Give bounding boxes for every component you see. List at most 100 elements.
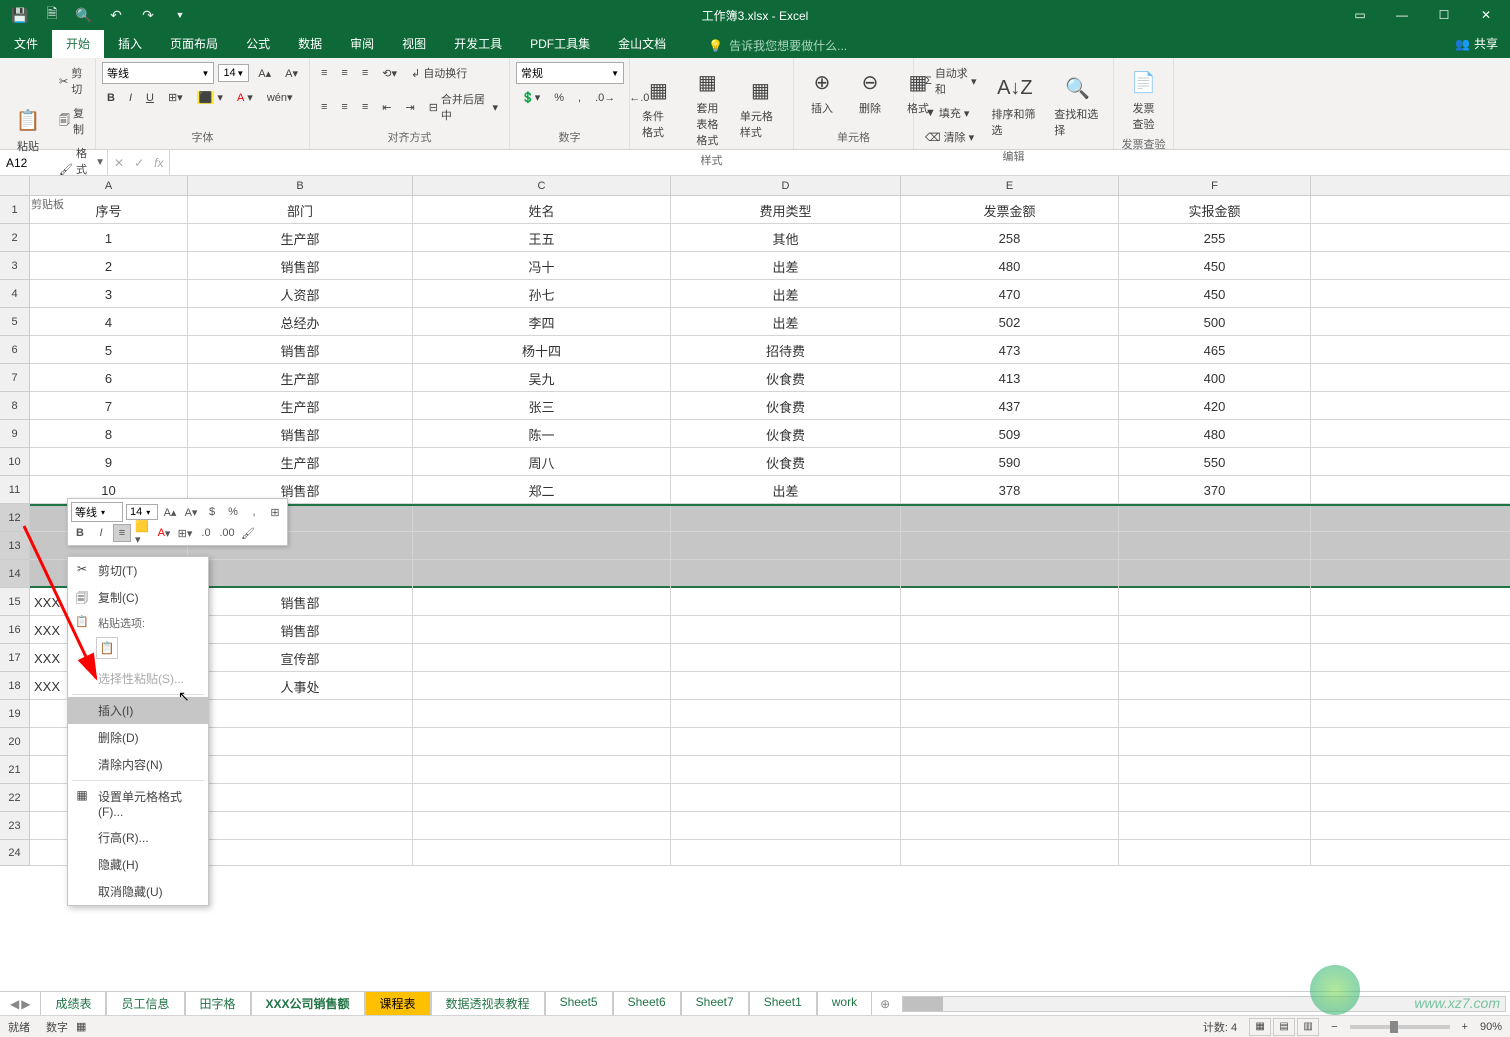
cell[interactable]: 销售部 xyxy=(188,616,413,644)
cell[interactable] xyxy=(413,506,671,534)
table-row[interactable]: XXX人事处 xyxy=(30,672,1510,700)
row-header[interactable]: 7 xyxy=(0,364,29,392)
cond-format-button[interactable]: ▦条件格式 xyxy=(636,70,681,144)
ctx-hide[interactable]: 隐藏(H) xyxy=(68,851,208,878)
cell[interactable] xyxy=(671,756,901,784)
table-row[interactable] xyxy=(30,728,1510,756)
wrap-text-button[interactable]: ↲自动换行 xyxy=(406,62,472,84)
cell[interactable]: 550 xyxy=(1119,448,1311,476)
view-layout-button[interactable]: ▤ xyxy=(1273,1018,1295,1036)
cell[interactable] xyxy=(413,560,671,588)
save-icon[interactable]: 💾 xyxy=(8,3,32,27)
mini-bold-button[interactable]: B xyxy=(71,524,89,542)
decrease-font-button[interactable]: A▾ xyxy=(280,64,303,83)
row-header[interactable]: 8 xyxy=(0,392,29,420)
cell[interactable] xyxy=(413,672,671,700)
row-header[interactable]: 5 xyxy=(0,308,29,336)
row-header[interactable]: 23 xyxy=(0,812,29,840)
cell[interactable] xyxy=(188,560,413,588)
cell[interactable]: 生产部 xyxy=(188,364,413,392)
cell[interactable]: 8 xyxy=(30,420,188,448)
find-select-button[interactable]: 🔍查找和选择 xyxy=(1048,68,1107,142)
cell[interactable] xyxy=(1119,840,1311,866)
table-row[interactable]: XXX宣传部 xyxy=(30,644,1510,672)
cell[interactable] xyxy=(413,812,671,840)
align-right-button[interactable]: ≡ xyxy=(357,98,373,116)
cancel-formula-icon[interactable]: ✕ xyxy=(114,156,124,170)
col-header-D[interactable]: D xyxy=(671,176,901,195)
cell[interactable]: 255 xyxy=(1119,224,1311,252)
clear-button[interactable]: ⌫清除▾ xyxy=(920,126,982,148)
table-row[interactable]: 4总经办李四出差502500 xyxy=(30,308,1510,336)
align-bottom-button[interactable]: ≡ xyxy=(357,64,373,82)
mini-percent-button[interactable]: % xyxy=(224,503,242,521)
ribbon-display-icon[interactable]: ▭ xyxy=(1340,1,1380,29)
cell[interactable]: 序号 xyxy=(30,196,188,224)
cell[interactable]: 销售部 xyxy=(188,252,413,280)
cell[interactable]: 生产部 xyxy=(188,448,413,476)
cell[interactable]: 450 xyxy=(1119,252,1311,280)
zoom-level[interactable]: 90% xyxy=(1480,1021,1502,1033)
col-header-C[interactable]: C xyxy=(413,176,671,195)
cell[interactable]: 9 xyxy=(30,448,188,476)
increase-font-button[interactable]: A▴ xyxy=(253,64,276,83)
cell[interactable] xyxy=(413,644,671,672)
cell[interactable] xyxy=(901,616,1119,644)
cell[interactable] xyxy=(188,728,413,756)
row-header[interactable]: 13 xyxy=(0,532,29,560)
bold-button[interactable]: B xyxy=(102,89,120,107)
merge-button[interactable]: ⊟合并后居中▾ xyxy=(424,88,503,126)
mini-currency-button[interactable]: $ xyxy=(203,503,221,521)
cell[interactable]: 冯十 xyxy=(413,252,671,280)
border-button[interactable]: ⊞▾ xyxy=(163,88,188,107)
fill-button[interactable]: ▼填充▾ xyxy=(920,102,982,124)
row-header[interactable]: 14 xyxy=(0,560,29,588)
cell[interactable] xyxy=(671,506,901,534)
row-header[interactable]: 18 xyxy=(0,672,29,700)
cell[interactable] xyxy=(1119,728,1311,756)
row-header[interactable]: 2 xyxy=(0,224,29,252)
cell[interactable]: 470 xyxy=(901,280,1119,308)
maximize-icon[interactable]: ☐ xyxy=(1424,1,1464,29)
font-color-button[interactable]: A▾ xyxy=(232,88,258,107)
autosum-button[interactable]: Σ自动求和▾ xyxy=(920,62,982,100)
row-header[interactable]: 11 xyxy=(0,476,29,504)
cell[interactable] xyxy=(901,812,1119,840)
tab-pdf[interactable]: PDF工具集 xyxy=(516,29,604,58)
cell[interactable]: 480 xyxy=(901,252,1119,280)
cell[interactable]: 出差 xyxy=(671,476,901,504)
cell[interactable]: 销售部 xyxy=(188,588,413,616)
mini-size-combo[interactable]: 14▾ xyxy=(126,504,158,520)
tab-view[interactable]: 视图 xyxy=(388,29,440,58)
cell[interactable] xyxy=(901,532,1119,560)
cell[interactable] xyxy=(901,644,1119,672)
table-format-button[interactable]: ▦套用 表格格式 xyxy=(685,62,730,152)
cell[interactable]: 杨十四 xyxy=(413,336,671,364)
cell[interactable] xyxy=(1119,700,1311,728)
cell[interactable]: 孙七 xyxy=(413,280,671,308)
cell[interactable] xyxy=(901,840,1119,866)
table-row[interactable]: XXX销售部 xyxy=(30,588,1510,616)
cell[interactable] xyxy=(413,532,671,560)
cell[interactable] xyxy=(1119,560,1311,588)
sheet-tab[interactable]: 成绩表 xyxy=(40,991,106,1017)
mini-dec-dec-button[interactable]: .00 xyxy=(218,524,236,542)
sheet-tab[interactable]: 课程表 xyxy=(365,991,431,1017)
tab-layout[interactable]: 页面布局 xyxy=(156,29,232,58)
fill-color-button[interactable]: ⬛▾ xyxy=(192,88,228,107)
table-row[interactable] xyxy=(30,560,1510,588)
mini-font-combo[interactable]: 等线▾ xyxy=(71,502,123,522)
table-row[interactable] xyxy=(30,812,1510,840)
tab-data[interactable]: 数据 xyxy=(284,29,336,58)
tab-jinshan[interactable]: 金山文档 xyxy=(604,29,680,58)
tab-prev-icon[interactable]: ◀ xyxy=(10,997,19,1011)
col-header-B[interactable]: B xyxy=(188,176,413,195)
cell[interactable]: 销售部 xyxy=(188,336,413,364)
cell[interactable] xyxy=(413,588,671,616)
tab-dev[interactable]: 开发工具 xyxy=(440,29,516,58)
ctx-unhide[interactable]: 取消隐藏(U) xyxy=(68,878,208,905)
mini-comma-button[interactable]: , xyxy=(245,503,263,521)
mini-center-button[interactable]: ≡ xyxy=(113,524,131,542)
cell[interactable]: 378 xyxy=(901,476,1119,504)
invoice-check-button[interactable]: 📄发票 查验 xyxy=(1120,62,1167,136)
